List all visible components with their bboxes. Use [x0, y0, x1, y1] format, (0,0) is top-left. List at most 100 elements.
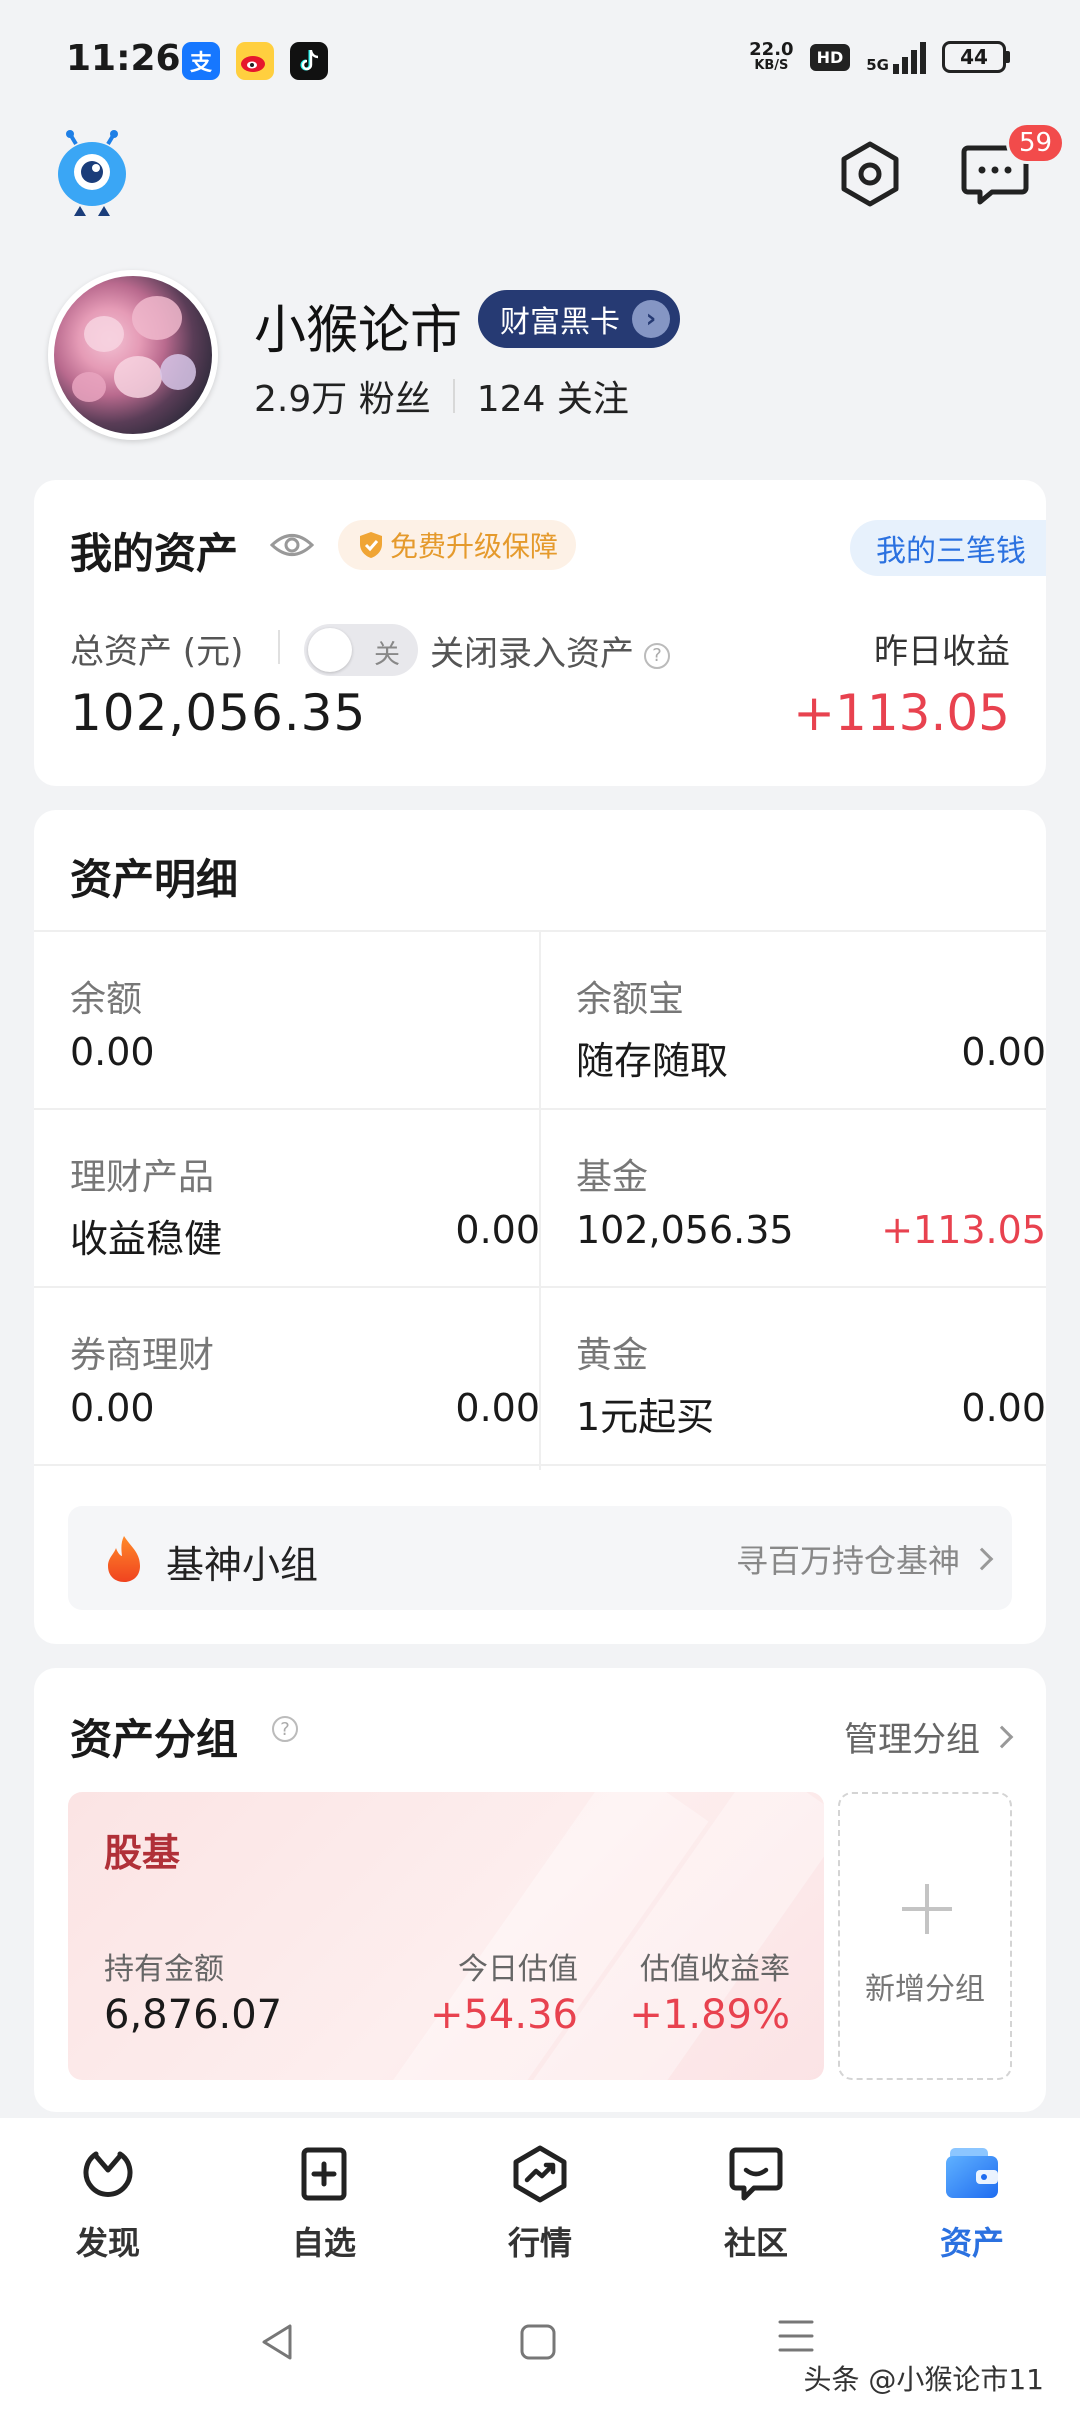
message-badge: 59 — [1006, 122, 1066, 164]
asset-cell-funds[interactable]: 基金 102,056.35 +113.05 — [576, 1108, 1046, 1286]
fund-group-label: 基神小组 — [166, 1543, 319, 1587]
asset-cell-balance[interactable]: 余额 0.00 — [70, 930, 540, 1108]
tab-assets[interactable]: 资产 — [864, 2118, 1080, 2278]
free-upgrade-guarantee-button[interactable]: 免费升级保障 — [338, 520, 577, 570]
cell-label: 余额宝 — [576, 979, 685, 1020]
community-icon — [729, 2147, 783, 2201]
asset-cell-gold[interactable]: 黄金 1元起买 0.00 — [576, 1286, 1046, 1464]
eye-icon[interactable] — [270, 530, 314, 560]
douyin-icon — [290, 42, 328, 80]
today-estimate-label: 今日估值 — [458, 1952, 578, 1987]
tab-label: 自选 — [291, 2224, 356, 2262]
asset-cell-wealth-products[interactable]: 理财产品 收益稳健 0.00 — [70, 1108, 540, 1286]
estimate-rate-label: 估值收益率 — [640, 1952, 790, 1987]
mascot-logo-icon — [58, 130, 126, 216]
yesterday-earnings-label: 昨日收益 — [874, 632, 1010, 672]
tab-label: 资产 — [939, 2224, 1004, 2262]
total-assets-value: 102,056.35 — [70, 684, 367, 742]
tab-watchlist[interactable]: 自选 — [216, 2118, 432, 2278]
asset-summary-card: 我的资产 免费升级保障 我的三笔钱 总资产 (元) 关 关闭录入资产? 昨日收益… — [34, 480, 1046, 786]
chevron-right-icon: › — [632, 300, 670, 338]
cell-amount: +113.05 — [881, 1208, 1046, 1252]
cell-subtitle: 收益稳健 — [70, 1217, 223, 1261]
add-group-button[interactable]: 新增分组 — [838, 1792, 1012, 2080]
fund-group-hint: 寻百万持仓基神 — [735, 1536, 994, 1582]
help-icon[interactable]: ? — [644, 642, 670, 669]
tab-label: 行情 — [507, 2224, 572, 2262]
fans-count[interactable]: 2.9万 粉丝 — [254, 370, 431, 422]
close-entry-label: 关闭录入资产? — [430, 626, 670, 675]
yesterday-earnings-value: +113.05 — [793, 684, 1010, 742]
cell-amount: 0.00 — [961, 1386, 1046, 1430]
asset-entry-toggle[interactable]: 关 — [304, 624, 418, 676]
network-type: 5G — [866, 56, 889, 74]
cell-label: 基金 — [576, 1157, 649, 1198]
home-icon[interactable] — [518, 2322, 558, 2362]
hold-amount-label: 持有金额 — [104, 1952, 224, 1987]
menu-icon[interactable] — [776, 2316, 816, 2356]
asset-cell-yuebao[interactable]: 余额宝 随存随取 0.00 — [576, 930, 1046, 1108]
manage-groups-button[interactable]: 管理分组 — [844, 1712, 1014, 1761]
tab-discover[interactable]: 发现 — [0, 2118, 216, 2278]
cell-subtitle: 1元起买 — [576, 1395, 715, 1439]
fund-group-bar[interactable]: 基神小组 寻百万持仓基神 — [68, 1506, 1012, 1610]
cell-label: 余额 — [70, 979, 143, 1020]
system-nav-bar: 头条 @小猴论市11 — [0, 2278, 1080, 2412]
vip-label: 财富黑卡 — [500, 305, 620, 340]
cell-amount: 0.00 — [455, 1208, 540, 1252]
plus-icon — [902, 1884, 952, 1934]
groups-title: 资产分组 — [70, 1715, 239, 1764]
guarantee-label: 免费升级保障 — [390, 530, 559, 563]
battery-icon: 44 — [942, 41, 1010, 73]
divider — [278, 630, 280, 664]
cell-label: 理财产品 — [70, 1157, 215, 1198]
toggle-label: 关 — [373, 640, 400, 670]
avatar[interactable] — [48, 270, 218, 440]
cell-value: 0.00 — [70, 1030, 155, 1074]
estimate-rate-value: +1.89% — [629, 1992, 790, 2038]
tab-market[interactable]: 行情 — [432, 2118, 648, 2278]
shield-icon — [360, 532, 382, 558]
discover-icon — [83, 2151, 133, 2197]
manage-groups-label: 管理分组 — [844, 1720, 980, 1760]
net-speed-unit: KB/S — [754, 58, 789, 73]
hd-indicator: HD — [809, 43, 851, 71]
group-card-stock-fund[interactable]: 股基 持有金额 6,876.07 今日估值 +54.36 估值收益率 +1.89… — [68, 1792, 824, 2080]
asset-title: 我的资产 — [70, 529, 239, 578]
cell-amount: 0.00 — [961, 1030, 1046, 1074]
cell-label: 券商理财 — [70, 1335, 215, 1376]
settings-icon[interactable] — [836, 140, 904, 208]
username: 小猴论市 — [254, 301, 463, 361]
status-bar: 11:26 支 22.0 KB/S HD 5G 44 — [0, 0, 1080, 120]
add-group-label: 新增分组 — [865, 1972, 985, 2007]
cell-subtitle: 随存随取 — [576, 1039, 729, 1083]
status-time: 11:26 — [66, 38, 181, 79]
group-name: 股基 — [104, 1831, 181, 1875]
status-app-icons: 支 — [182, 42, 328, 80]
fund-group-hint-text: 寻百万持仓基神 — [735, 1542, 960, 1580]
following-count[interactable]: 124 关注 — [477, 370, 629, 422]
tab-label: 社区 — [723, 2224, 788, 2262]
net-speed: 22.0 KB/S — [749, 41, 793, 73]
vip-badge[interactable]: 财富黑卡 › — [478, 290, 680, 348]
alipay-icon: 支 — [182, 42, 220, 80]
asset-cell-broker-wealth[interactable]: 券商理财 0.00 0.00 — [70, 1286, 540, 1464]
toggle-knob — [308, 628, 352, 672]
total-assets-label: 总资产 (元) — [70, 632, 244, 672]
bottom-nav: 发现 自选 行情 社区 资产 — [0, 2118, 1080, 2278]
watermark: 头条 @小猴论市11 — [803, 2363, 1044, 2396]
chevron-right-icon — [970, 1547, 994, 1571]
chevron-right-icon — [990, 1725, 1014, 1748]
three-money-button[interactable]: 我的三笔钱 — [850, 520, 1046, 576]
cell-value: 102,056.35 — [576, 1208, 794, 1252]
market-icon — [513, 2145, 567, 2203]
today-estimate-value: +54.36 — [429, 1992, 578, 2038]
flame-icon — [108, 1536, 140, 1582]
watchlist-icon — [301, 2147, 347, 2201]
wallet-icon — [946, 2148, 998, 2198]
back-icon[interactable] — [258, 2322, 298, 2362]
tab-community[interactable]: 社区 — [648, 2118, 864, 2278]
asset-detail-card: 资产明细 余额 0.00 余额宝 随存随取 0.00 理财产品 收益稳健 0.0… — [34, 810, 1046, 1644]
help-icon[interactable]: ? — [272, 1716, 298, 1742]
cell-amount: 0.00 — [455, 1386, 540, 1430]
